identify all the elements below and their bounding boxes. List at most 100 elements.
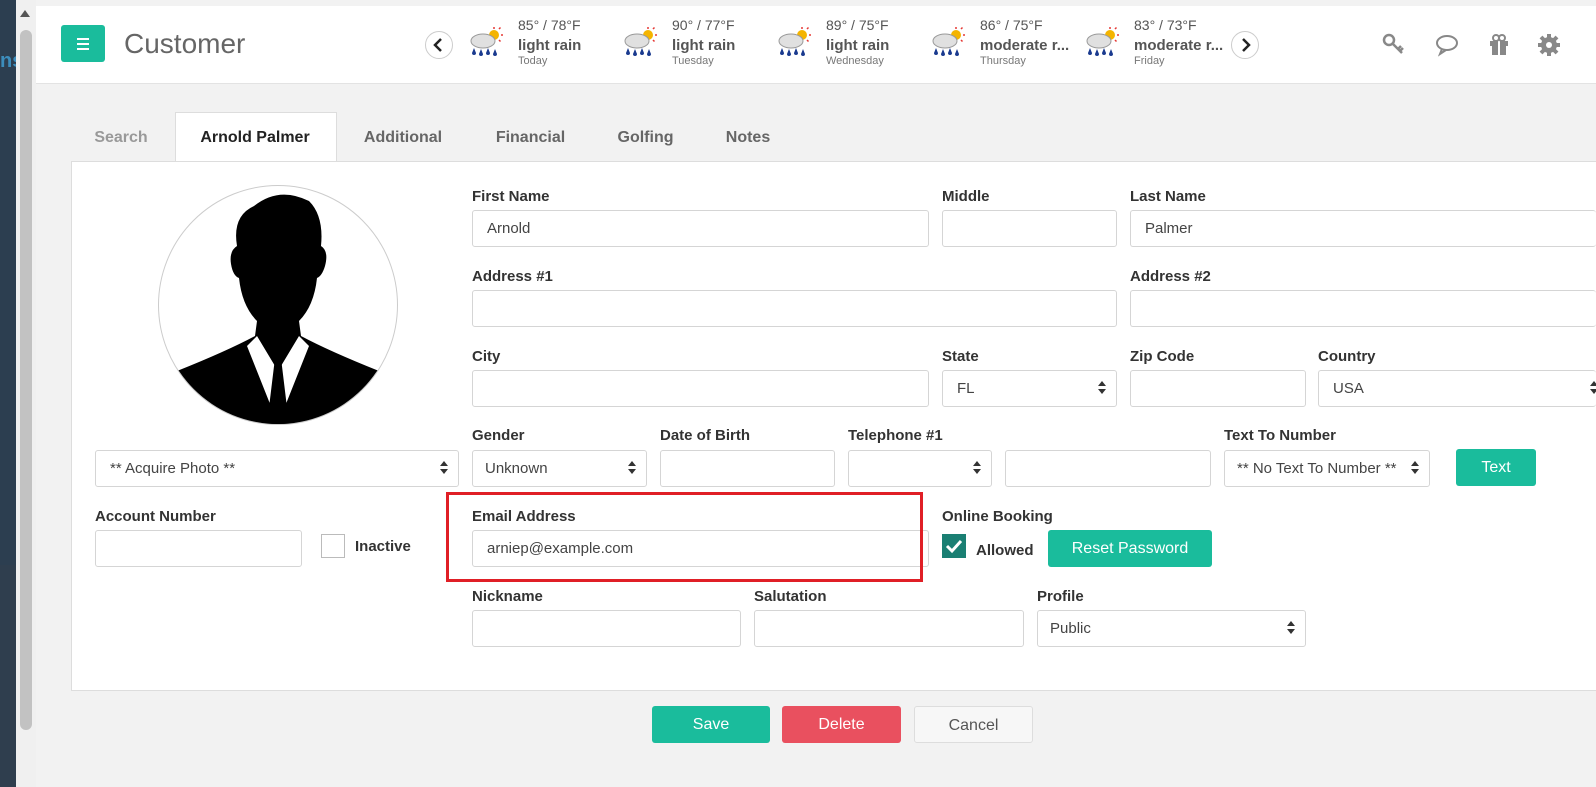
scrollbar-thumb[interactable] [20,30,32,730]
weather-condition: light rain [826,37,890,54]
weather-forecast-item: 86° / 75°F moderate r... Thursday [928,16,1070,72]
select-arrows-icon [440,461,448,476]
weather-day: Friday [1134,55,1165,67]
text-button[interactable]: Text [1456,449,1536,486]
city-field[interactable] [472,370,929,407]
gift-icon[interactable] [1486,32,1512,58]
rain-cloud-sun-icon [624,26,657,56]
account-number-field[interactable] [95,530,302,567]
state-label: State [942,348,979,365]
text-to-number-label: Text To Number [1224,427,1336,444]
checkmark-icon [945,539,963,554]
telephone-field[interactable] [1005,450,1211,487]
weather-prev-button[interactable] [425,31,453,59]
first-name-label: First Name [472,188,550,205]
tab-golfing[interactable]: Golfing [604,112,687,162]
weather-temp: 89° / 75°F [826,17,889,33]
chevron-right-icon [1242,38,1251,52]
dob-label: Date of Birth [660,427,750,444]
avatar [158,185,398,425]
tab-customer-name[interactable]: Arnold Palmer [175,112,335,162]
nickname-label: Nickname [472,588,543,605]
weather-day: Tuesday [672,55,714,67]
address1-label: Address #1 [472,268,553,285]
select-arrows-icon [1098,381,1106,396]
reset-password-button[interactable]: Reset Password [1048,530,1212,567]
telephone-type-select[interactable] [848,450,992,487]
save-button[interactable]: Save [652,706,770,743]
account-number-label: Account Number [95,508,216,525]
gender-label: Gender [472,427,525,444]
chat-icon[interactable] [1434,32,1460,58]
middle-label: Middle [942,188,990,205]
chevron-left-icon [433,38,442,52]
acquire-photo-select[interactable]: ** Acquire Photo ** [95,450,459,487]
profile-label: Profile [1037,588,1084,605]
profile-value: Public [1050,620,1091,637]
weather-forecast-item: 85° / 78°F light rain Today [466,16,606,72]
weather-condition: moderate r... [980,37,1070,54]
gender-select[interactable]: Unknown [472,450,647,487]
delete-button[interactable]: Delete [782,706,901,743]
gear-icon[interactable] [1536,32,1562,58]
zip-label: Zip Code [1130,348,1195,365]
scroll-up-arrow-icon[interactable] [20,10,30,17]
page-title: Customer [124,28,246,59]
last-name-field[interactable]: Palmer [1130,210,1596,247]
weather-forecast-item: 90° / 77°F light rain Tuesday [620,16,760,72]
person-silhouette-icon [159,194,397,424]
weather-day: Today [518,55,548,67]
state-select[interactable]: FL [942,370,1117,407]
first-name-field[interactable]: Arnold [472,210,929,247]
zip-field[interactable] [1130,370,1306,407]
select-arrows-icon [1411,461,1419,476]
weather-next-button[interactable] [1231,31,1259,59]
country-select[interactable]: USA [1318,370,1596,407]
acquire-photo-value: ** Acquire Photo ** [110,460,236,477]
country-value: USA [1333,380,1364,397]
address2-field[interactable] [1130,290,1596,327]
inactive-label: Inactive [355,538,411,555]
left-sidebar-edge: ns [0,0,23,787]
tab-notes[interactable]: Notes [712,112,784,162]
dob-field[interactable] [660,450,835,487]
last-name-label: Last Name [1130,188,1206,205]
weather-temp: 90° / 77°F [672,17,735,33]
profile-select[interactable]: Public [1037,610,1306,647]
rain-cloud-sun-icon [932,26,965,56]
address1-field[interactable] [472,290,1117,327]
rain-cloud-sun-icon [1086,26,1119,56]
telephone-label: Telephone #1 [848,427,943,444]
weather-condition: moderate r... [1134,37,1224,54]
online-booking-label: Online Booking [942,508,1053,525]
rain-cloud-sun-icon [470,26,503,56]
weather-day: Wednesday [826,55,884,67]
online-booking-checkbox[interactable] [942,534,966,558]
tab-additional[interactable]: Additional [350,112,456,162]
weather-temp: 83° / 73°F [1134,17,1197,33]
nickname-field[interactable] [472,610,741,647]
email-highlight-box [446,492,923,582]
text-to-number-value: ** No Text To Number ** [1237,460,1397,477]
hamburger-menu-button[interactable] [61,25,105,62]
salutation-field[interactable] [754,610,1024,647]
tab-financial[interactable]: Financial [482,112,579,162]
country-label: Country [1318,348,1376,365]
gender-value: Unknown [485,460,548,477]
weather-temp: 85° / 78°F [518,17,581,33]
inactive-checkbox[interactable] [321,534,345,558]
select-arrows-icon [973,461,981,476]
weather-condition: light rain [672,37,736,54]
weather-forecast-item: 83° / 73°F moderate r... Friday [1082,16,1224,72]
weather-temp: 86° / 75°F [980,17,1043,33]
key-icon[interactable] [1381,32,1407,58]
salutation-label: Salutation [754,588,827,605]
city-label: City [472,348,501,365]
tab-search[interactable]: Search [81,112,161,162]
middle-name-field[interactable] [942,210,1117,247]
allowed-label: Allowed [976,542,1034,559]
select-arrows-icon [1287,621,1295,636]
text-to-number-select[interactable]: ** No Text To Number ** [1224,450,1430,487]
cancel-button[interactable]: Cancel [914,706,1033,743]
rain-cloud-sun-icon [778,26,811,56]
